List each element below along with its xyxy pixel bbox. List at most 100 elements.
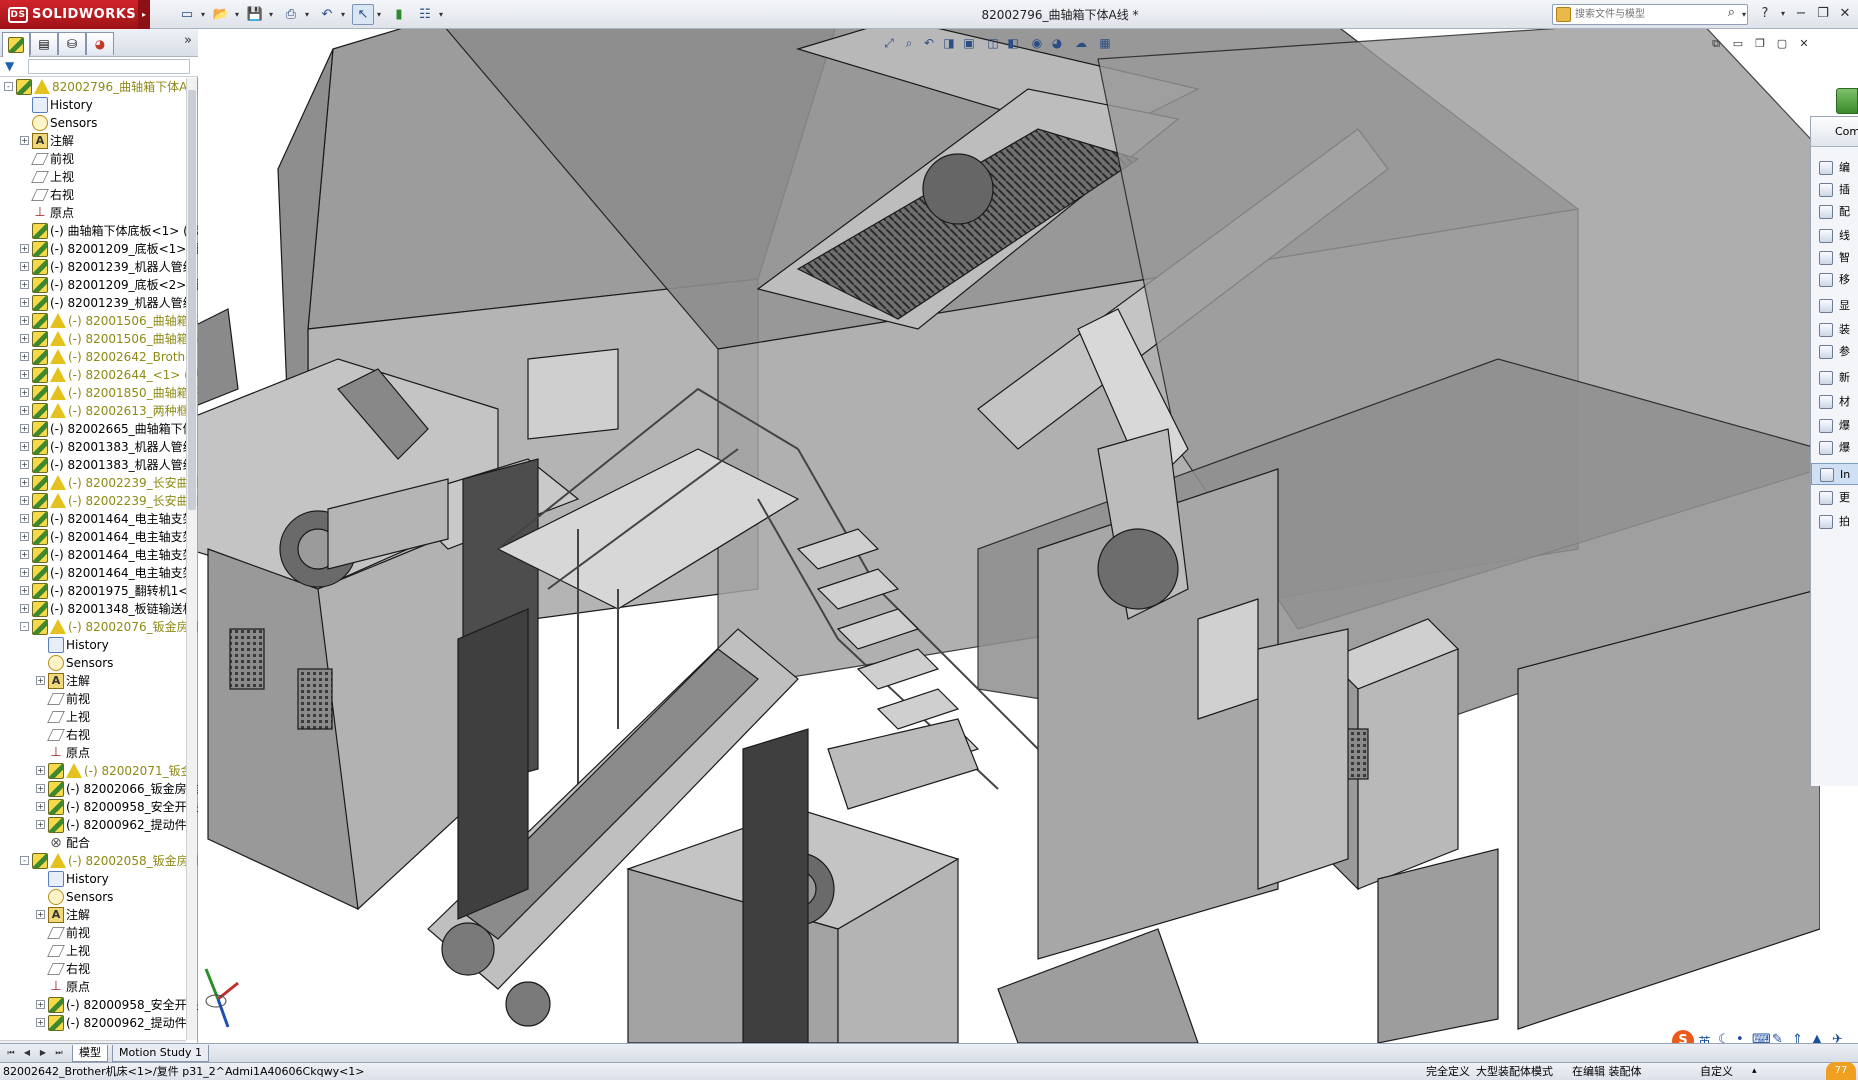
close-button[interactable]: ✕ [1834,4,1856,24]
tree-node[interactable]: 上视 [0,942,198,960]
task-pane-tab[interactable] [1836,88,1858,114]
task-pane-item[interactable]: 配 [1811,201,1858,223]
tree-node[interactable]: + A 注解 [0,672,198,690]
viewport-maximize-button[interactable]: ▢ [1772,35,1792,53]
task-pane-item[interactable]: 拍 [1811,511,1858,533]
select-dropdown-icon[interactable]: ▾ [374,4,384,25]
task-pane-item[interactable]: 参 [1811,341,1858,363]
tab-property-manager[interactable]: ▤ [30,32,58,55]
expand-icon[interactable]: + [36,910,45,919]
expand-icon[interactable]: + [20,298,29,307]
tree-node[interactable]: ⊥ 原点 [0,204,198,222]
tree-node[interactable]: 前视 [0,924,198,942]
tree-node[interactable]: + (-) 82001464_电主轴支架 [0,564,198,582]
expand-icon[interactable]: + [36,784,45,793]
undo-dropdown-icon[interactable]: ▾ [338,4,348,25]
save-icon[interactable]: 💾 [244,4,266,25]
solidworks-logo[interactable]: DS SOLIDWORKS [0,0,138,29]
expand-icon[interactable]: + [20,334,29,343]
expand-icon[interactable]: + [20,532,29,541]
tree-node[interactable]: - (-) 82002058_钣金房维 [0,852,198,870]
tree-node[interactable]: History [0,870,198,888]
notification-badge[interactable]: 77 [1826,1062,1856,1080]
tree-node[interactable]: + (-) 82001975_翻转机1<1 [0,582,198,600]
tree-node[interactable]: History [0,96,198,114]
collapse-icon[interactable]: - [20,622,29,631]
expand-icon[interactable]: + [20,496,29,505]
tree-node[interactable]: ⊥ 原点 [0,978,198,996]
new-dropdown-icon[interactable]: ▾ [198,4,208,25]
print-dropdown-icon[interactable]: ▾ [302,4,312,25]
new-icon[interactable]: ▭ [176,4,198,25]
tree-node[interactable]: + (-) 82002642_Brother [0,348,198,366]
graphics-area[interactable]: ⤢ ⌕ ↶ ◨ ▣ ◫ ◧ ◉ ◕ ☁ ▦ ⧉ ▭ ❐ ▢ ✕ [198,29,1820,1043]
file-properties-icon[interactable]: ☷ [414,4,436,25]
expand-icon[interactable]: + [36,802,45,811]
tree-node[interactable]: + (-) 82000958_安全开关 [0,798,198,816]
task-pane-item[interactable]: 显 [1811,295,1858,317]
tree-node[interactable]: + (-) 82001464_电主轴支架 [0,546,198,564]
view-orientation-icon[interactable]: ◫ [984,34,1002,52]
scrollbar-thumb[interactable] [188,90,196,510]
expand-icon[interactable]: + [20,280,29,289]
tree-node[interactable]: + (-) 82002066_钣金房维 [0,780,198,798]
task-pane-item[interactable]: In [1811,463,1858,485]
collapse-icon[interactable]: - [20,856,29,865]
section-view-icon[interactable]: ◨ [940,34,958,52]
apply-scene-icon[interactable]: ☁ [1072,34,1090,52]
task-pane-item[interactable]: 新 [1811,367,1858,389]
tree-node[interactable]: - 82002796_曲轴箱下体A线 [0,78,198,96]
tree-node[interactable]: + (-) 82002613_两种框架 [0,402,198,420]
menu-expand-icon[interactable]: ▸ [138,0,150,29]
tree-node[interactable]: + (-) 82001383_机器人管线 [0,438,198,456]
expand-icon[interactable]: + [20,604,29,613]
task-pane-item[interactable]: 更 [1811,487,1858,509]
tab-configuration-manager[interactable]: ⛁ [58,32,86,55]
tree-node[interactable]: + (-) 82000962_提动件< [0,816,198,834]
expand-icon[interactable]: + [20,478,29,487]
tree-node[interactable]: + (-) 82001209_底板<2> (默 [0,276,198,294]
expand-icon[interactable]: + [20,568,29,577]
tree-node[interactable]: + (-) 82002239_长安曲轴 [0,492,198,510]
edit-appearance-icon[interactable]: ◕ [1048,34,1066,52]
previous-view-icon[interactable]: ↶ [920,34,938,52]
open-dropdown-icon[interactable]: ▾ [232,4,242,25]
tree-node[interactable]: 右视 [0,186,198,204]
expand-icon[interactable]: + [20,316,29,325]
task-pane-item[interactable]: 爆 [1811,415,1858,437]
expand-icon[interactable]: + [20,550,29,559]
tree-node[interactable]: History [0,636,198,654]
undo-icon[interactable]: ↶ [316,4,338,25]
expand-icon[interactable]: + [36,766,45,775]
collapse-icon[interactable]: - [4,82,13,91]
tree-node[interactable]: + (-) 82001239_机器人管线 [0,294,198,312]
task-pane-item[interactable]: 移 [1811,269,1858,291]
search-box[interactable]: ⌕ ▾ [1552,4,1748,25]
tree-node[interactable]: Sensors [0,888,198,906]
viewport-split-icon[interactable]: ⧉ [1706,35,1726,53]
expand-icon[interactable]: + [36,676,45,685]
tree-node[interactable]: + (-) 82001506_曲轴箱双 [0,312,198,330]
tree-node[interactable]: - (-) 82002076_钣金房维 [0,618,198,636]
tree-node[interactable]: ⊥ 原点 [0,744,198,762]
tab-feature-manager[interactable] [2,32,30,57]
status-units-dropdown-icon[interactable]: ▴ [1752,1063,1757,1080]
expand-icon[interactable]: + [20,262,29,271]
tree-node[interactable]: Sensors [0,114,198,132]
expand-icon[interactable]: + [20,514,29,523]
expand-icon[interactable]: + [20,406,29,415]
task-pane-item[interactable]: 材 [1811,391,1858,413]
tree-node[interactable]: + (-) 82000958_安全开关 [0,996,198,1014]
print-icon[interactable]: ⎙ [280,4,302,25]
tree-node[interactable]: + (-) 82001464_电主轴支架 [0,528,198,546]
open-icon[interactable]: 📂 [210,4,232,25]
tab-last-icon[interactable]: ⏭ [52,1046,66,1060]
tree-node[interactable]: 右视 [0,960,198,978]
expand-icon[interactable]: + [20,460,29,469]
search-input[interactable] [1575,6,1723,23]
viewport-minimize-button[interactable]: ▭ [1728,35,1748,53]
panel-collapse-icon[interactable]: » [184,33,192,48]
zoom-to-fit-icon[interactable]: ⤢ [880,34,898,52]
tree-node[interactable]: 右视 [0,726,198,744]
rebuild-icon[interactable]: ▮ [388,4,410,25]
